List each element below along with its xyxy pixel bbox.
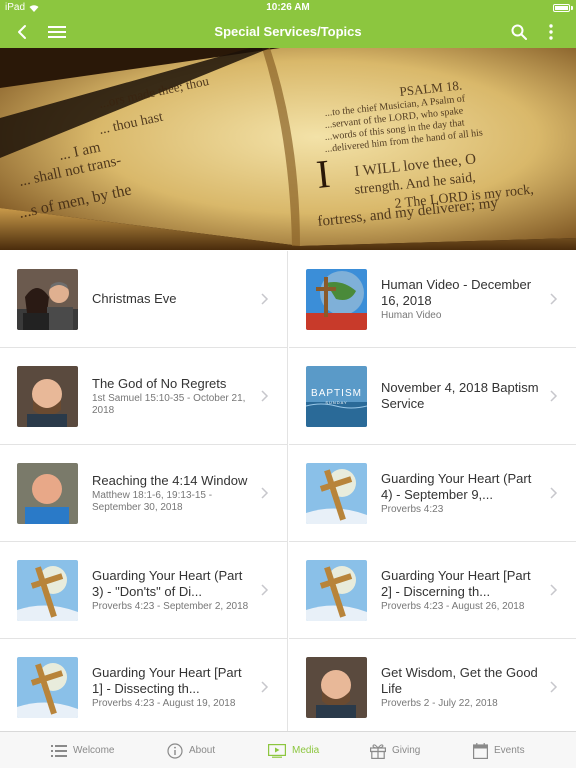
item-subtitle: Proverbs 2 - July 22, 2018 <box>381 697 498 709</box>
chevron-right-icon <box>550 293 558 305</box>
item-thumbnail <box>306 657 367 718</box>
battery-tip <box>571 6 573 10</box>
page-title: Special Services/Topics <box>214 24 362 39</box>
media-item[interactable]: Reaching the 4:14 Window Matthew 18:1-6, … <box>0 445 288 542</box>
item-thumbnail <box>17 366 78 427</box>
item-subtitle: Human Video <box>381 309 442 321</box>
chevron-right-icon <box>550 584 558 596</box>
media-item[interactable]: Christmas Eve <box>0 251 288 348</box>
nav-bar: Special Services/Topics <box>0 16 576 48</box>
list-icon <box>51 744 67 757</box>
tab-giving[interactable]: Giving <box>370 732 420 769</box>
battery-icon <box>553 4 570 12</box>
hero-image: ...ors made thee; thou ... thou hast ...… <box>0 48 576 250</box>
chevron-right-icon <box>261 390 269 402</box>
tab-events[interactable]: Events <box>473 732 525 769</box>
tab-welcome[interactable]: Welcome <box>51 732 115 769</box>
media-item[interactable]: BAPTISM SUNDAY November 4, 2018 Baptism S… <box>289 348 576 445</box>
item-title: Guarding Your Heart [Part 1] - Dissectin… <box>92 664 242 696</box>
more-button[interactable] <box>539 20 563 44</box>
chevron-right-icon <box>261 487 269 499</box>
chevron-right-icon <box>261 681 269 693</box>
item-thumbnail <box>306 463 367 524</box>
chevron-right-icon <box>550 487 558 499</box>
status-bar: iPad 10:26 AM <box>0 0 576 16</box>
item-thumbnail <box>17 560 78 621</box>
item-title: November 4, 2018 Baptism Service <box>381 380 539 411</box>
item-subtitle: Proverbs 4:23 - August 26, 2018 <box>381 600 525 612</box>
item-thumbnail <box>306 269 367 330</box>
item-title: The God of No Regrets <box>92 375 227 391</box>
tab-bar: Welcome About Media Giving Events <box>0 731 576 768</box>
media-item[interactable]: Guarding Your Heart (Part 3) - "Don'ts" … <box>0 542 288 639</box>
baptism-label: BAPTISM <box>311 388 362 399</box>
item-thumbnail <box>17 269 78 330</box>
item-title: Guarding Your Heart [Part 2] - Discernin… <box>381 567 531 599</box>
status-time: 10:26 AM <box>266 2 310 13</box>
open-bible-illustration: ...ors made thee; thou ... thou hast ...… <box>0 48 576 250</box>
item-title: Guarding Your Heart (Part 4) - September… <box>381 470 532 502</box>
media-item[interactable]: Human Video - December 16, 2018 Human Vid… <box>289 251 576 348</box>
item-title: Human Video - December 16, 2018 <box>381 276 532 308</box>
item-thumbnail <box>17 463 78 524</box>
chevron-right-icon <box>550 390 558 402</box>
search-button[interactable] <box>507 20 531 44</box>
calendar-icon <box>473 742 488 759</box>
media-grid: Christmas Eve Human Video - December 16,… <box>0 251 576 736</box>
media-item[interactable]: The God of No Regrets 1st Samuel 15:10-35… <box>0 348 288 445</box>
item-title: Christmas Eve <box>92 291 177 306</box>
item-thumbnail: BAPTISM SUNDAY <box>306 366 367 427</box>
item-title: Get Wisdom, Get the Good Life <box>381 664 538 696</box>
item-subtitle: Proverbs 4:23 - August 19, 2018 <box>92 697 236 709</box>
tab-label: Giving <box>392 745 421 756</box>
tab-about[interactable]: About <box>167 732 215 769</box>
info-icon <box>167 742 183 759</box>
tab-label: Events <box>494 745 525 756</box>
more-vertical-icon <box>549 24 553 40</box>
item-subtitle: Matthew 18:1-6, 19:13-15 - September 30,… <box>92 489 213 513</box>
item-thumbnail <box>17 657 78 718</box>
chevron-right-icon <box>261 584 269 596</box>
chevron-right-icon <box>550 681 558 693</box>
item-title: Guarding Your Heart (Part 3) - "Don'ts" … <box>92 567 243 599</box>
baptism-sublabel: SUNDAY <box>325 400 347 405</box>
chevron-right-icon <box>261 293 269 305</box>
item-subtitle: Proverbs 4:23 - September 2, 2018 <box>92 600 249 612</box>
item-subtitle: 1st Samuel 15:10-35 - October 21, 2018 <box>92 392 246 416</box>
item-subtitle: Proverbs 4:23 <box>381 503 444 515</box>
media-item[interactable]: Guarding Your Heart [Part 2] - Discernin… <box>289 542 576 639</box>
gift-icon <box>370 743 386 759</box>
item-thumbnail <box>306 560 367 621</box>
media-item[interactable]: Guarding Your Heart [Part 1] - Dissectin… <box>0 639 288 736</box>
play-icon <box>268 743 286 758</box>
tab-label: Media <box>292 745 320 756</box>
tab-label: About <box>189 745 216 756</box>
media-item[interactable]: Get Wisdom, Get the Good Life Proverbs 2 … <box>289 639 576 736</box>
media-item[interactable]: Guarding Your Heart (Part 4) - September… <box>289 445 576 542</box>
tab-media[interactable]: Media <box>268 732 319 769</box>
tab-label: Welcome <box>73 745 115 756</box>
item-title: Reaching the 4:14 Window <box>92 472 248 488</box>
search-icon <box>511 24 527 40</box>
